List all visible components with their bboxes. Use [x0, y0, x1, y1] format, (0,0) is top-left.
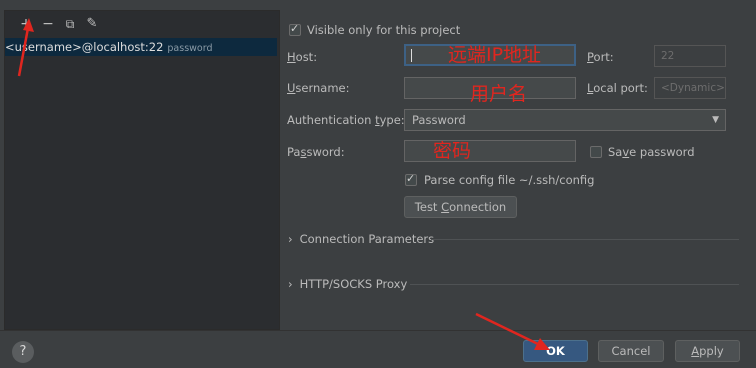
username-annotation: 用户名 [470, 83, 528, 105]
separator [431, 239, 739, 240]
save-password-label: Save password [608, 145, 695, 159]
port-label: Port: [587, 50, 614, 64]
chevron-right-icon: › [288, 277, 293, 291]
host-label: Host: [287, 50, 318, 64]
annotation-arrow-add [17, 18, 34, 77]
username-label: Username: [287, 81, 350, 95]
test-connection-button[interactable]: Test Connection [404, 196, 517, 218]
text-cursor [411, 49, 412, 62]
parse-config-checkbox[interactable] [405, 172, 417, 186]
port-input: 22 [654, 45, 726, 67]
local-port-input: <Dynamic> [654, 77, 726, 99]
local-port-label: Local port: [587, 81, 648, 95]
edit-icon[interactable]: ✎ [85, 17, 99, 31]
chevron-right-icon: › [288, 232, 293, 246]
password-annotation: 密码 [433, 140, 472, 162]
separator [410, 284, 739, 285]
auth-type-select[interactable]: Password ▼ [404, 109, 726, 131]
host-annotation: 远端IP地址 [448, 44, 542, 66]
help-button[interactable]: ? [12, 341, 34, 363]
visible-only-label: Visible only for this project [307, 23, 461, 37]
http-proxy-toggle[interactable]: › HTTP/SOCKS Proxy [288, 276, 407, 292]
host-list-item[interactable]: <username>@localhost:22 password [5, 38, 277, 56]
visible-only-checkbox[interactable] [289, 22, 301, 36]
password-input[interactable] [404, 140, 576, 162]
apply-button[interactable]: Apply [675, 340, 740, 362]
auth-type-value: Password [412, 113, 466, 127]
copy-icon[interactable]: ⧉ [63, 17, 77, 31]
auth-type-label: Authentication type: [287, 113, 405, 127]
remove-icon[interactable]: − [41, 17, 55, 31]
connection-parameters-toggle[interactable]: › Connection Parameters [288, 231, 434, 247]
cancel-button[interactable]: Cancel [598, 340, 664, 362]
save-password-checkbox[interactable] [590, 146, 602, 158]
dropdown-arrow-icon: ▼ [712, 115, 719, 125]
host-entry-auth: password [167, 43, 213, 54]
password-label: Password: [287, 145, 345, 159]
host-list-panel: + − ⧉ ✎ <username>@localhost:22 password [4, 10, 280, 330]
annotation-arrow-ok [475, 312, 550, 350]
parse-config-label: Parse config file ~/.ssh/config [424, 173, 595, 187]
